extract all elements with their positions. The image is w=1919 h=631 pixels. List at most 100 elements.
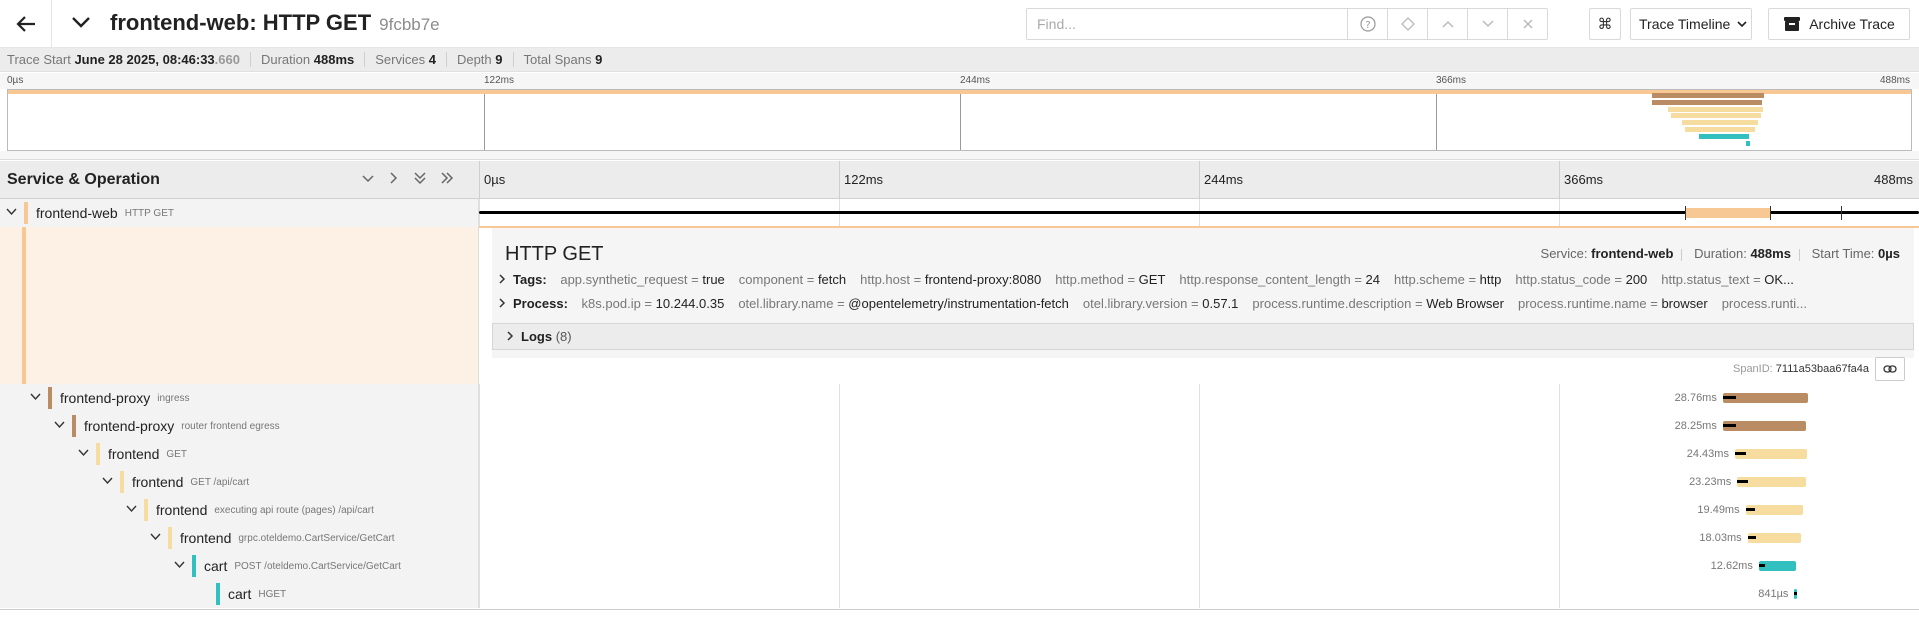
- span-id-value: 7111a53baa67fa4a: [1775, 363, 1869, 375]
- prev-match-button[interactable]: [1427, 9, 1467, 39]
- kv-pair: process.runtime.description = Web Browse…: [1252, 296, 1504, 311]
- span-timeline[interactable]: [479, 199, 1919, 227]
- chevron-down-icon[interactable]: [100, 475, 114, 489]
- span-row-label[interactable]: frontend-proxy ingress: [0, 384, 479, 412]
- target-icon: [1400, 17, 1415, 31]
- kv-pair: http.scheme = http: [1394, 272, 1502, 287]
- chevron-down-icon[interactable]: [52, 419, 66, 433]
- kv-key: http.status_text: [1661, 272, 1750, 287]
- trace-title-text: frontend-web: HTTP GET: [110, 10, 372, 35]
- span-detail-content: HTTP GET Service: frontend-web Duration:…: [492, 228, 1914, 358]
- expand-one-button[interactable]: [384, 171, 402, 188]
- logs-section[interactable]: Logs (8): [492, 323, 1914, 350]
- span-row-label[interactable]: cart POST /oteldemo.CartService/GetCart: [0, 552, 479, 580]
- double-chevron-down-icon: [414, 172, 426, 185]
- span-row-label[interactable]: frontend-web HTTP GET: [0, 199, 479, 227]
- span-duration-label: 28.76ms: [1674, 392, 1717, 404]
- span-row-label[interactable]: cart HGET: [0, 580, 479, 608]
- chevron-down-icon[interactable]: [76, 447, 90, 461]
- timeline-gridline: [1559, 496, 1560, 524]
- minimap-span: [1670, 113, 1762, 119]
- minimap-resize-handle[interactable]: [0, 151, 1919, 160]
- span-row[interactable]: frontend grpc.oteldemo.CartService/GetCar…: [0, 524, 1919, 552]
- span-row[interactable]: cart HGET 841µs: [0, 580, 1919, 608]
- total-spans-label: Total Spans: [523, 52, 592, 67]
- span-row[interactable]: cart POST /oteldemo.CartService/GetCart 12…: [0, 552, 1919, 580]
- chevron-down-icon[interactable]: [172, 559, 186, 573]
- timeline-gridline: [479, 552, 480, 580]
- kv-key: otel.library.version: [1082, 296, 1188, 311]
- span-row[interactable]: frontend GET /api/cart 23.23ms: [0, 468, 1919, 496]
- span-row[interactable]: frontend GET 24.43ms: [0, 440, 1919, 468]
- chevron-down-icon[interactable]: [148, 531, 162, 545]
- indent-guide: [0, 496, 124, 524]
- span-timeline[interactable]: 24.43ms: [479, 440, 1919, 468]
- kv-value: OK...: [1764, 272, 1794, 287]
- span-timeline[interactable]: 28.25ms: [479, 412, 1919, 440]
- chevron-down-icon[interactable]: [28, 391, 42, 405]
- next-match-button[interactable]: [1467, 9, 1507, 39]
- view-type-select[interactable]: Trace Timeline: [1630, 8, 1752, 40]
- collapse-header-button[interactable]: [70, 11, 92, 33]
- archive-icon: [1784, 17, 1801, 31]
- help-button[interactable]: ?: [1347, 9, 1387, 39]
- kv-value: 200: [1625, 272, 1648, 287]
- span-detail-title: HTTP GET: [505, 243, 604, 265]
- copy-link-button[interactable]: [1875, 357, 1905, 381]
- span-timeline[interactable]: 28.76ms: [479, 384, 1919, 412]
- span-row-label[interactable]: frontend grpc.oteldemo.CartService/GetCar…: [0, 524, 479, 552]
- total-spans-value: 9: [595, 52, 603, 67]
- archive-trace-button[interactable]: Archive Trace: [1768, 8, 1910, 40]
- collapse-one-button[interactable]: [359, 171, 377, 188]
- span-detail-meta: Service: frontend-web Duration: 488ms St…: [1541, 246, 1900, 261]
- span-id: SpanID: 7111a53baa67fa4a: [1733, 363, 1869, 375]
- chevron-right-icon[interactable]: [497, 298, 513, 311]
- span-timeline[interactable]: 23.23ms: [479, 468, 1919, 496]
- kv-value: @opentelemetry/instrumentation-fetch: [848, 296, 1069, 311]
- span-row-label[interactable]: frontend GET /api/cart: [0, 468, 479, 496]
- question-circle-icon: ?: [1359, 16, 1376, 32]
- find-input[interactable]: [1027, 9, 1347, 39]
- timeline-gridline: [479, 384, 480, 412]
- timeline-gridline: [1559, 468, 1560, 496]
- kv-value: true: [702, 272, 725, 287]
- span-timeline[interactable]: 18.03ms: [479, 524, 1919, 552]
- command-key-icon: ⌘: [1597, 16, 1613, 33]
- kv-key: http.response_content_length: [1179, 272, 1351, 287]
- clear-search-button[interactable]: [1507, 9, 1547, 39]
- service-color-stripe: [144, 499, 148, 521]
- chevron-right-icon[interactable]: [497, 274, 513, 287]
- span-timeline[interactable]: 12.62ms: [479, 552, 1919, 580]
- trace-minimap[interactable]: [7, 89, 1912, 151]
- svg-text:?: ?: [1365, 20, 1370, 31]
- span-row[interactable]: frontend executing api route (pages) /api…: [0, 496, 1919, 524]
- timeline-gridline: [1559, 524, 1560, 552]
- span-row-label[interactable]: frontend executing api route (pages) /api…: [0, 496, 479, 524]
- span-row[interactable]: frontend-proxy ingress 28.76ms: [0, 384, 1919, 412]
- span-row-root[interactable]: frontend-web HTTP GET: [0, 199, 1919, 227]
- focus-matches-button[interactable]: [1387, 9, 1427, 39]
- operation-name: GET /api/cart: [190, 476, 250, 488]
- chevron-right-icon[interactable]: [505, 331, 521, 344]
- span-timeline[interactable]: 19.49ms: [479, 496, 1919, 524]
- view-select-label: Trace Timeline: [1639, 16, 1731, 32]
- chevron-down-icon[interactable]: [4, 206, 18, 220]
- kv-key: http.host: [860, 272, 910, 287]
- column-resizer[interactable]: [479, 161, 480, 199]
- back-button[interactable]: [0, 0, 52, 48]
- chevron-down-icon[interactable]: [124, 503, 138, 517]
- timeline-gridline: [1559, 161, 1560, 199]
- span-timeline[interactable]: 841µs: [479, 580, 1919, 608]
- minimap-span: [1699, 133, 1749, 139]
- collapse-all-button[interactable]: [411, 171, 429, 188]
- process-section[interactable]: Process: k8s.pod.ip = 10.244.0.35 otel.li…: [497, 296, 1909, 311]
- keyboard-shortcuts-button[interactable]: ⌘: [1589, 8, 1621, 40]
- span-row[interactable]: frontend-proxy router frontend egress 28.2…: [0, 412, 1919, 440]
- tags-section[interactable]: Tags: app.synthetic_request = true compon…: [497, 272, 1909, 287]
- service-color-stripe: [22, 227, 26, 384]
- minimap-gridline: [1436, 90, 1437, 150]
- span-row-label[interactable]: frontend GET: [0, 440, 479, 468]
- span-row-label[interactable]: frontend-proxy router frontend egress: [0, 412, 479, 440]
- expand-all-button[interactable]: [438, 171, 456, 188]
- kv-key: process.runtime.description: [1252, 296, 1412, 311]
